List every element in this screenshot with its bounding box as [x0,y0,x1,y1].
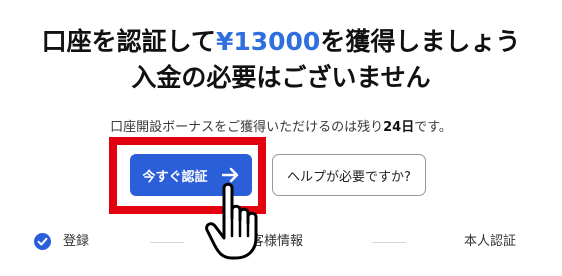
step-connector [150,242,184,243]
days-remaining: 24日 [383,120,415,135]
headline: 口座を認証して¥13000を獲得しましょう 入金の必要はございません [0,24,562,96]
deadline-prefix: 口座開設ボーナスをご獲得いただけるのは残り [110,120,384,135]
step-register: 登録 [63,234,90,249]
headline-suffix: を獲得しましょう [320,27,521,56]
progress-steps: 登録 お客様情報 本人認証 [0,230,562,254]
step-connector [372,242,406,243]
bonus-amount: ¥13000 [215,27,321,56]
hand-pointer-icon [205,182,258,260]
help-button[interactable]: ヘルプが必要ですか? [272,154,426,196]
step-identity-verification: 本人認証 [464,234,517,249]
headline-line1: 口座を認証して¥13000を獲得しましょう [0,24,562,60]
verify-now-label: 今すぐ認証 [142,169,208,185]
bonus-deadline-text: 口座開設ボーナスをご獲得いただけるのは残り24日です。 [0,116,562,135]
headline-line2: 入金の必要はございません [131,63,431,92]
deadline-suffix: です。 [414,120,452,135]
help-label: ヘルプが必要ですか? [287,169,411,185]
headline-prefix: 口座を認証して [41,27,216,56]
check-circle-icon [34,233,51,250]
